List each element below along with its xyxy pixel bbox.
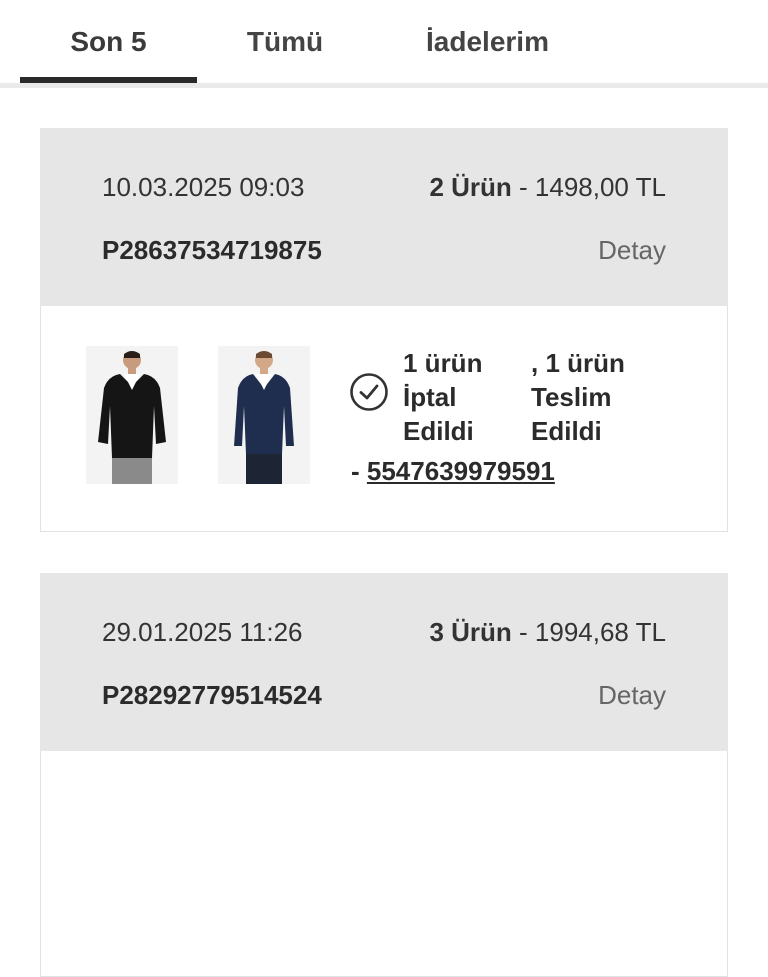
order-item-count: 3 Ürün	[429, 617, 512, 647]
status-cancelled: 1 ürün İptal Edildi	[403, 348, 483, 446]
tracking-number-link[interactable]: 5547639979591	[367, 456, 555, 486]
order-detail-link[interactable]: Detay	[598, 235, 666, 266]
order-body: 1 ürün İptal Edildi , 1 ürün Teslim Edil…	[40, 306, 728, 532]
order-card: 29.01.2025 11:26 3 Ürün - 1994,68 TL P28…	[40, 573, 728, 977]
order-card: 10.03.2025 09:03 2 Ürün - 1498,00 TL P28…	[40, 128, 728, 532]
tab-son-5[interactable]: Son 5	[20, 0, 197, 83]
order-total: 1498,00 TL	[534, 172, 666, 202]
summary-separator: -	[511, 617, 535, 647]
order-detail-link[interactable]: Detay	[598, 680, 666, 711]
tracking-prefix: -	[351, 456, 367, 486]
order-date: 10.03.2025 09:03	[102, 172, 305, 202]
tab-iadelerim[interactable]: İadelerim	[390, 0, 585, 83]
order-total: 1994,68 TL	[534, 617, 666, 647]
order-number: P28637534719875	[102, 235, 322, 265]
check-circle-icon	[350, 373, 388, 411]
order-header[interactable]: 29.01.2025 11:26 3 Ürün - 1994,68 TL P28…	[40, 573, 728, 751]
order-item-count: 2 Ürün	[429, 172, 512, 202]
tab-tumu[interactable]: Tümü	[210, 0, 360, 83]
order-number: P28292779514524	[102, 680, 322, 710]
order-tabs: Son 5 Tümü İadelerim	[0, 0, 768, 88]
order-body	[40, 751, 728, 977]
product-image[interactable]	[86, 346, 178, 484]
status-delivered: , 1 ürün Teslim Edildi	[531, 348, 625, 446]
order-header[interactable]: 10.03.2025 09:03 2 Ürün - 1498,00 TL P28…	[40, 128, 728, 306]
summary-separator: -	[511, 172, 535, 202]
order-summary: 2 Ürün - 1498,00 TL	[429, 172, 666, 203]
product-image[interactable]	[218, 346, 310, 484]
tracking-line: - 5547639979591	[351, 456, 555, 487]
order-summary: 3 Ürün - 1994,68 TL	[429, 617, 666, 648]
order-date: 29.01.2025 11:26	[102, 617, 303, 647]
